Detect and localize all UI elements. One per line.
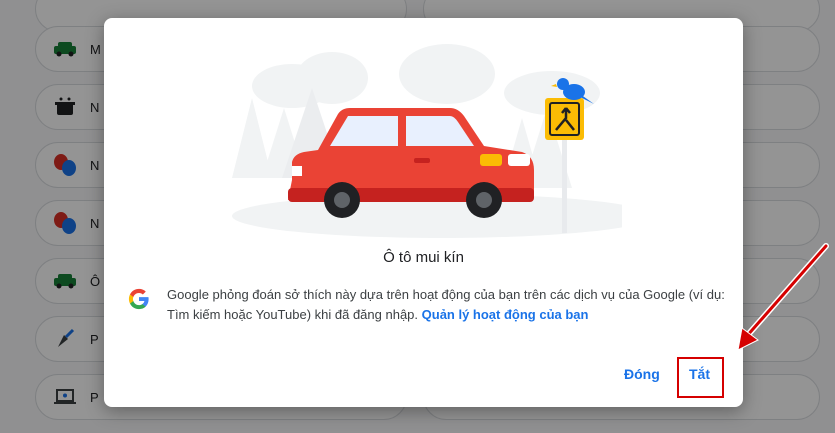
google-logo-icon [128,288,149,310]
manage-activity-link[interactable]: Quản lý hoạt động của bạn [422,307,589,322]
close-button[interactable]: Đóng [624,366,660,382]
highlight-box [677,357,724,398]
dialog-description: Google phỏng đoán sở thích này dựa trên … [167,285,727,325]
dialog-title: Ô tô mui kín [383,249,464,266]
interest-dialog: Ô tô mui kín Google phỏng đoán sở thích … [104,18,743,407]
car-illustration [232,44,622,238]
